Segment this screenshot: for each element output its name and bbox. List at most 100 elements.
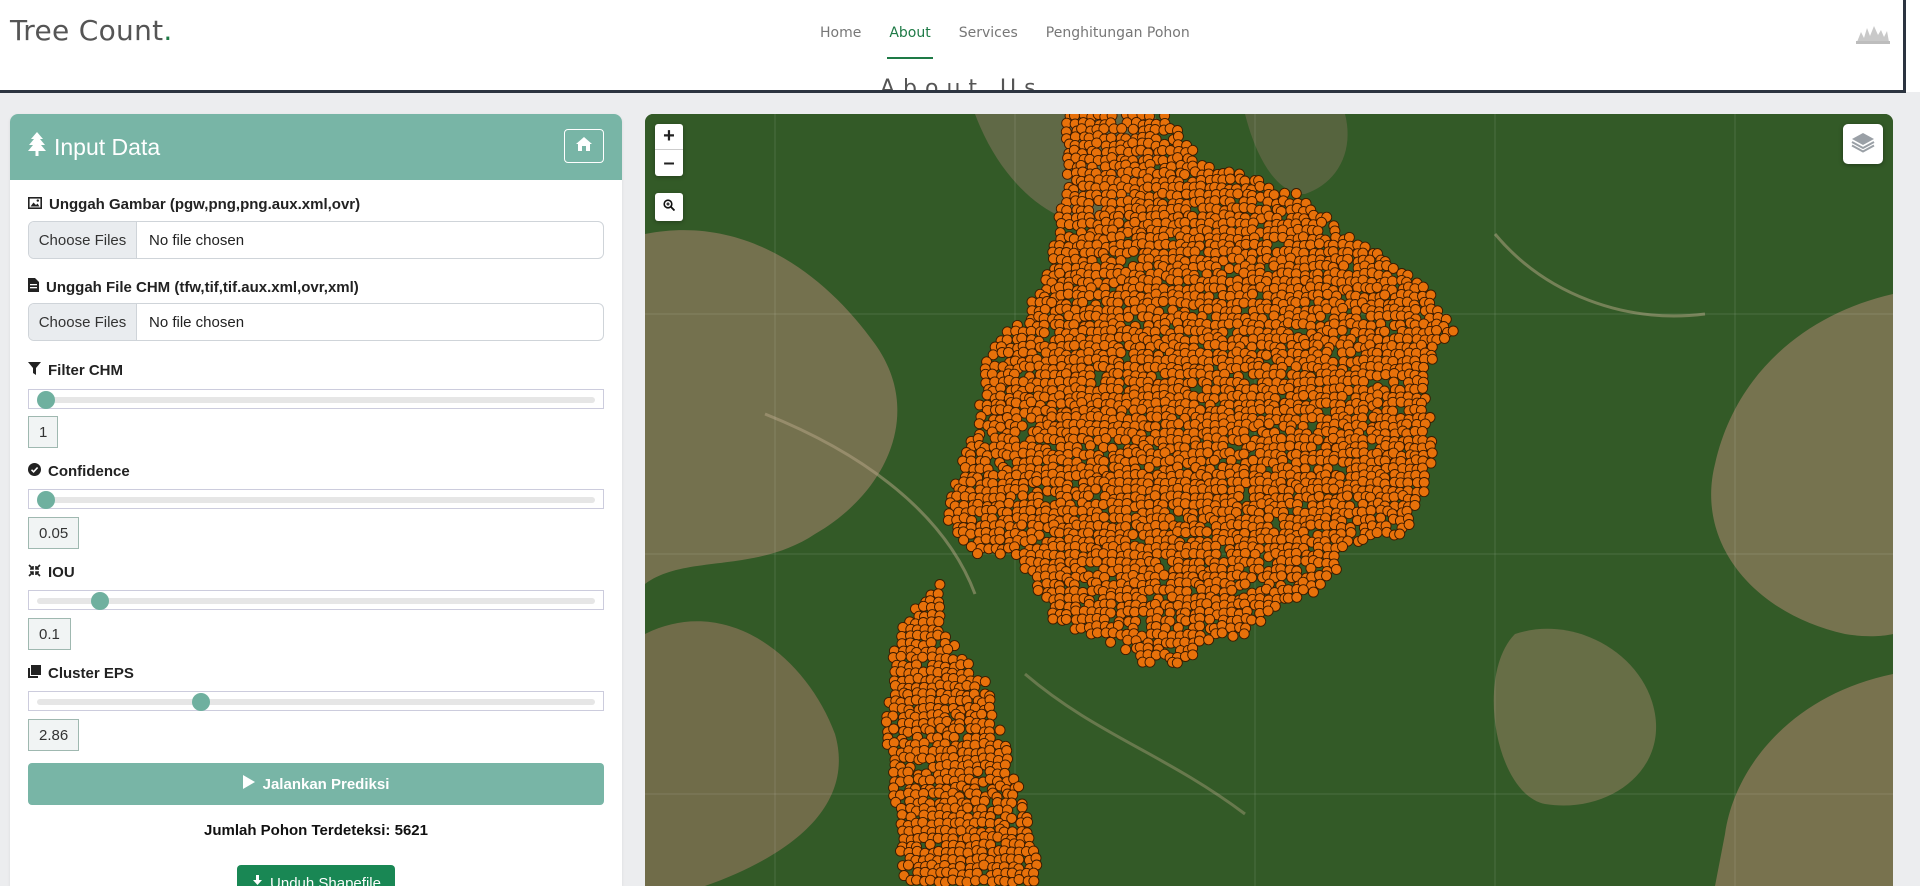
- iou-slider[interactable]: [28, 590, 604, 610]
- zoom-in-button[interactable]: +: [655, 124, 683, 150]
- tree-marker: [1263, 512, 1274, 524]
- tree-marker: [1116, 123, 1128, 135]
- tree-marker: [1345, 346, 1357, 358]
- tree-marker: [1255, 615, 1267, 627]
- tree-marker: [895, 650, 907, 662]
- brand-logo[interactable]: Tree Count.: [10, 14, 173, 47]
- tree-marker: [1144, 656, 1156, 668]
- zoom-out-button[interactable]: –: [655, 150, 683, 176]
- download-shapefile-button[interactable]: Unduh Shapefile: [237, 865, 395, 886]
- tree-marker: [1315, 310, 1326, 322]
- tree-marker: [1158, 569, 1170, 581]
- header-divider: [0, 90, 1906, 93]
- slider-thumb[interactable]: [37, 491, 55, 509]
- tree-marker: [994, 533, 1006, 545]
- panel-title: Input Data: [54, 133, 161, 160]
- header-trees-icon: [1856, 22, 1890, 44]
- tree-marker: [1262, 605, 1274, 617]
- tree-marker: [1013, 874, 1025, 885]
- tree-marker: [1100, 433, 1112, 444]
- tree-marker: [1245, 440, 1257, 452]
- tree-marker: [1372, 397, 1384, 409]
- tree-marker: [1394, 528, 1406, 540]
- cluster-eps-value: 2.86: [28, 719, 80, 751]
- upload-chm-input[interactable]: Choose Files No file chosen: [28, 303, 604, 341]
- filter-chm-slider[interactable]: [28, 389, 604, 409]
- tree-marker: [924, 874, 936, 886]
- choose-files-button[interactable]: Choose Files: [29, 304, 137, 340]
- tree-marker: [1314, 578, 1326, 590]
- tree-marker: [1291, 591, 1303, 603]
- tree-marker: [1284, 440, 1296, 452]
- tree-marker: [972, 548, 983, 560]
- nav-penghitungan-pohon[interactable]: Penghitungan Pohon: [1046, 25, 1190, 53]
- tree-count-value: 5621: [394, 822, 428, 839]
- tree-icon: [28, 132, 46, 162]
- nav-home[interactable]: Home: [820, 25, 861, 53]
- tree-marker: [1112, 368, 1124, 380]
- tree-count-text: Jumlah Pohon Terdeteksi: 5621: [204, 822, 428, 839]
- upload-image-label: Unggah Gambar (pgw,png,png.aux.xml,ovr): [49, 196, 361, 213]
- nav-services[interactable]: Services: [959, 25, 1018, 53]
- tree-marker: [942, 643, 954, 655]
- tree-marker: [1418, 477, 1430, 488]
- file-icon: [28, 278, 39, 296]
- input-panel: Input Data Unggah Gambar (pgw,png,png.au…: [10, 114, 622, 886]
- tree-marker: [1290, 188, 1302, 199]
- confidence-slider[interactable]: [28, 489, 604, 509]
- header-edge: [1903, 0, 1906, 92]
- layers-icon: [1851, 131, 1875, 158]
- tree-marker: [1173, 418, 1185, 430]
- tree-marker: [1180, 527, 1192, 539]
- tree-marker: [1123, 311, 1134, 323]
- confidence-label: Confidence: [48, 463, 130, 480]
- map-view[interactable]: + –: [645, 114, 1893, 886]
- tree-marker: [1299, 296, 1311, 308]
- slider-thumb[interactable]: [192, 693, 210, 711]
- tree-marker: [934, 579, 946, 590]
- compress-icon: [28, 564, 41, 581]
- run-prediction-button[interactable]: Jalankan Prediksi: [28, 763, 604, 805]
- tree-marker: [1247, 288, 1258, 300]
- tree-marker: [1336, 324, 1348, 336]
- home-button[interactable]: [564, 129, 604, 163]
- slider-thumb[interactable]: [37, 391, 55, 409]
- tree-marker: [1247, 454, 1259, 466]
- tree-marker: [1003, 497, 1015, 509]
- tree-marker: [994, 724, 1006, 736]
- tree-marker: [1447, 325, 1459, 337]
- tree-marker: [1313, 490, 1325, 502]
- tree-marker: [1342, 490, 1353, 502]
- tree-marker: [1276, 570, 1288, 582]
- upload-image-input[interactable]: Choose Files No file chosen: [28, 221, 604, 259]
- slider-thumb[interactable]: [91, 592, 110, 610]
- tree-marker: [1388, 491, 1400, 503]
- tree-marker: [1439, 332, 1450, 344]
- tree-marker: [1031, 475, 1043, 487]
- tree-marker: [1263, 418, 1275, 430]
- tree-marker: [1115, 347, 1127, 359]
- page-heading-peek: About Us: [880, 78, 1044, 90]
- filter-chm-field: Filter CHM 1: [28, 362, 604, 448]
- upload-chm-label: Unggah File CHM (tfw,tif,tif.aux.xml,ovr…: [46, 278, 359, 296]
- tree-marker: [1226, 584, 1238, 596]
- cluster-eps-slider[interactable]: [28, 691, 604, 711]
- tree-marker: [1426, 353, 1438, 365]
- tree-marker: [1313, 238, 1325, 250]
- tree-marker: [1120, 644, 1132, 656]
- tree-marker: [1151, 411, 1163, 423]
- tree-marker: [888, 766, 900, 778]
- zoom-to-extent-button[interactable]: [655, 193, 683, 221]
- file-status: No file chosen: [149, 231, 245, 249]
- confidence-value: 0.05: [28, 517, 80, 549]
- layers-control-button[interactable]: [1843, 124, 1883, 164]
- nav-about[interactable]: About: [887, 25, 934, 59]
- tree-marker: [1129, 216, 1141, 228]
- choose-files-button[interactable]: Choose Files: [29, 222, 137, 258]
- tree-marker: [1084, 231, 1096, 243]
- panel-header: Input Data: [10, 114, 622, 180]
- tree-marker: [902, 859, 914, 871]
- tree-marker: [1194, 620, 1206, 632]
- tree-marker: [962, 658, 974, 670]
- tree-marker: [1209, 454, 1220, 466]
